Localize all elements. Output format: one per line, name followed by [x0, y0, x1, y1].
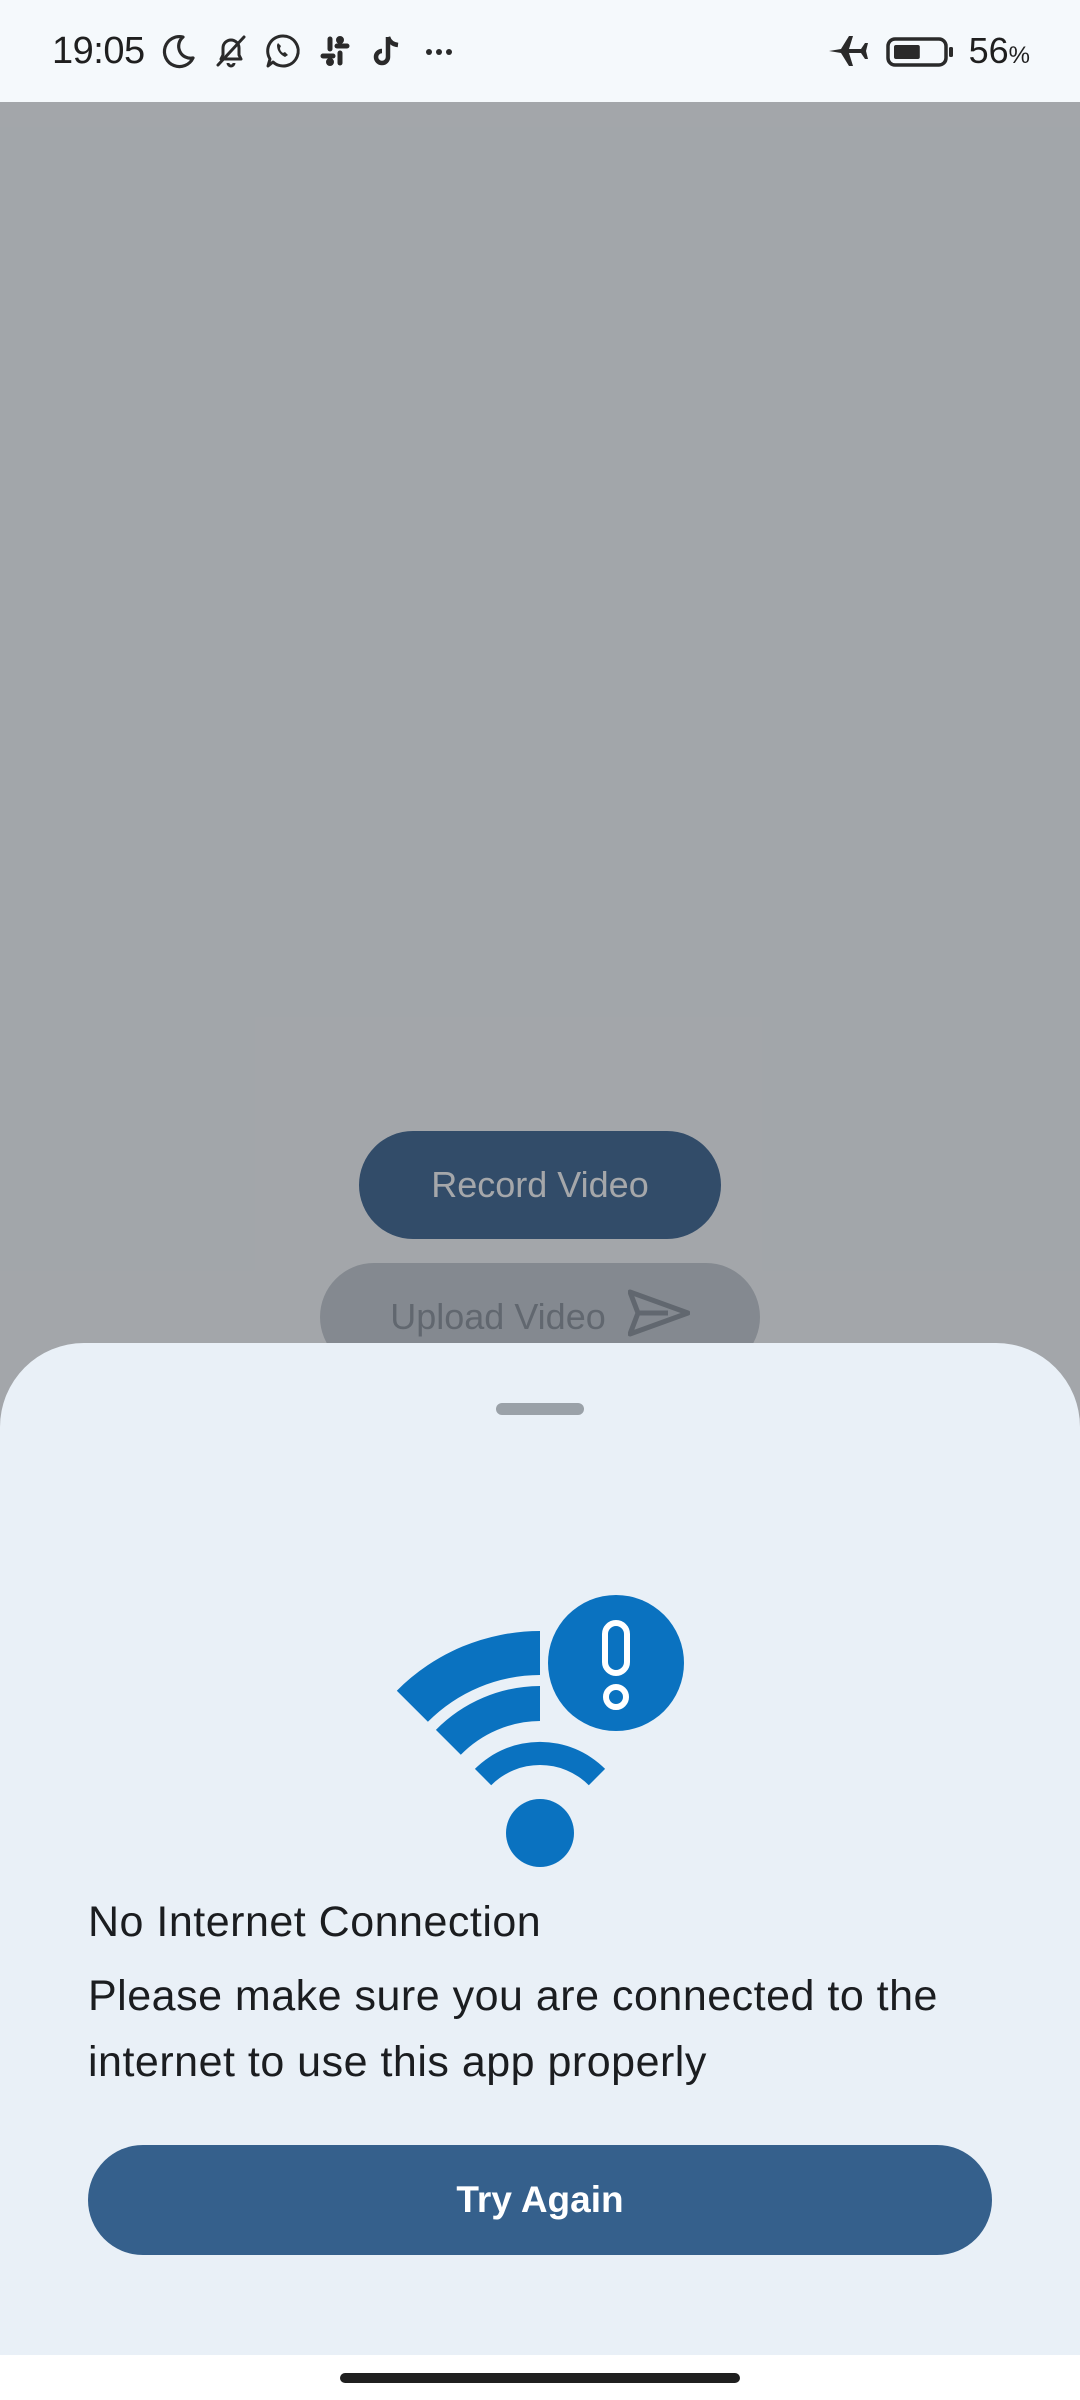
moon-icon	[159, 31, 199, 71]
status-left: 19:05	[52, 30, 459, 73]
battery-icon	[885, 31, 955, 71]
status-time: 19:05	[52, 29, 145, 72]
tiktok-icon	[367, 31, 407, 71]
status-bar: 19:05 56%	[0, 0, 1080, 102]
airplane-mode-icon	[825, 28, 871, 74]
drag-handle[interactable]	[496, 1403, 584, 1415]
status-right: 56%	[825, 28, 1030, 74]
wifi-alert-icon	[390, 1589, 690, 1873]
no-connection-bottom-sheet: No Internet Connection Please make sure …	[0, 1343, 1080, 2400]
slack-icon	[315, 31, 355, 71]
no-internet-message: Please make sure you are connected to th…	[88, 1972, 938, 2086]
whatsapp-icon	[263, 31, 303, 71]
try-again-button[interactable]: Try Again	[88, 2145, 992, 2255]
no-internet-title: No Internet Connection	[88, 1898, 542, 1946]
more-dots-icon	[419, 31, 459, 71]
bell-off-icon	[211, 31, 251, 71]
home-gesture-bar[interactable]	[340, 2373, 740, 2383]
battery-percentage: 56%	[968, 30, 1030, 71]
